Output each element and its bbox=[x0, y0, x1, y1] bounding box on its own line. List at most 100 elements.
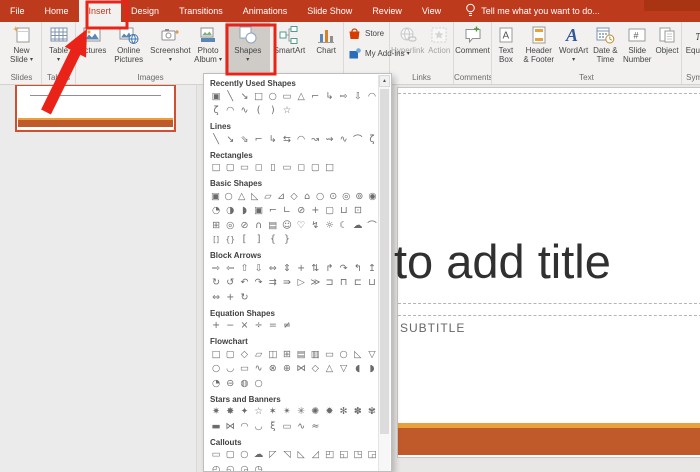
shape-item[interactable]: ◻ bbox=[294, 161, 308, 176]
shape-item[interactable]: [ bbox=[237, 233, 251, 248]
scroll-up-icon[interactable]: ▲ bbox=[379, 75, 390, 87]
title-placeholder-text[interactable]: to add title bbox=[394, 234, 611, 289]
shape-item[interactable]: ⇕ bbox=[280, 261, 294, 276]
shape-item[interactable]: ⋈ bbox=[223, 419, 237, 434]
shape-item[interactable]: ▥ bbox=[308, 347, 322, 362]
shape-item[interactable]: △ bbox=[294, 89, 308, 104]
shape-item[interactable]: ◇ bbox=[308, 362, 322, 377]
shape-item[interactable]: ✦ bbox=[237, 405, 251, 420]
shape-item[interactable]: ◇ bbox=[287, 189, 300, 204]
shape-item[interactable]: ] bbox=[252, 233, 266, 248]
shape-item[interactable]: ◿ bbox=[308, 448, 322, 463]
shape-item[interactable]: ◹ bbox=[280, 448, 294, 463]
shape-item[interactable]: ▽ bbox=[337, 362, 351, 377]
shape-item[interactable]: ⌐ bbox=[266, 204, 280, 219]
shape-item[interactable]: ▬ bbox=[209, 419, 223, 434]
tab-slide-show[interactable]: Slide Show bbox=[297, 0, 362, 22]
shape-item[interactable]: ≫ bbox=[308, 276, 322, 291]
shape-item[interactable]: ▣ bbox=[209, 89, 223, 104]
shape-item[interactable]: ⊗ bbox=[266, 362, 280, 377]
shape-item[interactable]: ⋈ bbox=[294, 362, 308, 377]
shape-item[interactable]: ⇆ bbox=[280, 132, 294, 147]
shape-item[interactable]: ◺ bbox=[248, 189, 261, 204]
shape-item[interactable]: ◷ bbox=[252, 462, 266, 471]
shape-item[interactable]: ○ bbox=[337, 347, 351, 362]
shape-item[interactable]: ◺ bbox=[351, 347, 365, 362]
shape-item[interactable]: ⊞ bbox=[280, 347, 294, 362]
shape-item[interactable]: ▤ bbox=[266, 218, 280, 233]
shape-item[interactable]: ⇩ bbox=[252, 261, 266, 276]
shape-item[interactable]: ↱ bbox=[322, 261, 336, 276]
shape-item[interactable]: ↻ bbox=[237, 290, 251, 305]
shape-item[interactable]: ▭ bbox=[280, 419, 294, 434]
shape-item[interactable]: ÷ bbox=[252, 319, 266, 334]
shape-item[interactable]: ◍ bbox=[237, 376, 251, 391]
shape-item[interactable]: ⇘ bbox=[237, 132, 251, 147]
shape-item[interactable]: ◖ bbox=[351, 362, 365, 377]
shape-item[interactable]: ▯ bbox=[266, 161, 280, 176]
shape-item[interactable]: × bbox=[237, 319, 251, 334]
shape-item[interactable]: ▷ bbox=[294, 276, 308, 291]
shape-item[interactable]: ✾ bbox=[365, 405, 379, 420]
shape-item[interactable]: ◗ bbox=[365, 362, 379, 377]
shape-item[interactable]: ↳ bbox=[322, 89, 336, 104]
shape-item[interactable]: ◇ bbox=[237, 347, 251, 362]
shape-item[interactable]: + bbox=[294, 261, 308, 276]
shape-item[interactable]: ⊕ bbox=[280, 362, 294, 377]
shape-item[interactable]: △ bbox=[235, 189, 248, 204]
shape-item[interactable]: + bbox=[209, 319, 223, 334]
shape-item[interactable]: ◠ bbox=[237, 419, 251, 434]
shape-item[interactable]: ✴ bbox=[280, 405, 294, 420]
shape-item[interactable]: ▭ bbox=[322, 347, 336, 362]
shape-item[interactable]: ▤ bbox=[294, 347, 308, 362]
shape-item[interactable]: ⇦ bbox=[223, 261, 237, 276]
wordart-button[interactable]: A WordArt ▾ bbox=[558, 22, 590, 72]
shapes-button[interactable]: Shapes ▾ bbox=[226, 22, 270, 72]
shape-item[interactable]: ⇉ bbox=[266, 276, 280, 291]
shape-item[interactable]: ∿ bbox=[294, 419, 308, 434]
shape-item[interactable]: ▢ bbox=[223, 161, 237, 176]
shape-item[interactable]: ⊔ bbox=[337, 204, 351, 219]
shape-item[interactable]: ▭ bbox=[237, 362, 251, 377]
shape-item[interactable]: ≠ bbox=[280, 319, 294, 334]
shape-item[interactable]: ◎ bbox=[223, 218, 237, 233]
shape-item[interactable]: ○ bbox=[252, 376, 266, 391]
shape-item[interactable]: ○ bbox=[237, 448, 251, 463]
shape-item[interactable]: ⇅ bbox=[308, 261, 322, 276]
shape-item[interactable]: ◶ bbox=[237, 462, 251, 471]
shape-item[interactable]: ○ bbox=[314, 189, 327, 204]
shape-item[interactable]: ↺ bbox=[223, 276, 237, 291]
shape-item[interactable]: ⊔ bbox=[365, 276, 379, 291]
my-add-ins-button[interactable]: My Add-ins ▾ bbox=[348, 47, 410, 60]
shape-item[interactable]: ↘ bbox=[223, 132, 237, 147]
shape-item[interactable]: ◠ bbox=[294, 132, 308, 147]
object-button[interactable]: Object bbox=[653, 22, 681, 72]
store-button[interactable]: Store bbox=[348, 27, 387, 40]
tab-animations[interactable]: Animations bbox=[233, 0, 298, 22]
shape-item[interactable]: ζ bbox=[209, 104, 223, 119]
smartart-button[interactable]: SmartArt bbox=[270, 22, 310, 72]
shape-item[interactable]: ▢ bbox=[223, 347, 237, 362]
shape-item[interactable]: ◵ bbox=[223, 462, 237, 471]
shape-item[interactable]: ☼ bbox=[322, 218, 336, 233]
shape-item[interactable]: ✽ bbox=[351, 405, 365, 420]
tab-insert[interactable]: Insert bbox=[78, 0, 122, 22]
shape-item[interactable]: ◗ bbox=[237, 204, 251, 219]
shape-item[interactable]: ⊙ bbox=[327, 189, 340, 204]
shape-item[interactable]: } bbox=[280, 233, 294, 248]
shape-item[interactable]: = bbox=[266, 319, 280, 334]
shape-item[interactable]: ⌂ bbox=[301, 189, 314, 204]
shape-item[interactable]: ∿ bbox=[252, 362, 266, 377]
header-footer-button[interactable]: Header & Footer bbox=[520, 22, 558, 72]
shape-item[interactable]: ∿ bbox=[337, 132, 351, 147]
shape-item[interactable]: ◻ bbox=[252, 161, 266, 176]
shape-item[interactable]: △ bbox=[322, 362, 336, 377]
shape-item[interactable]: ◔ bbox=[209, 204, 223, 219]
equation-button[interactable]: πEquation▾ bbox=[682, 22, 700, 72]
shape-item[interactable]: □ bbox=[209, 347, 223, 362]
shape-item[interactable]: ▱ bbox=[252, 347, 266, 362]
shape-item[interactable]: ⇝ bbox=[322, 132, 336, 147]
shape-item[interactable]: ▭ bbox=[237, 161, 251, 176]
shapes-menu-scrollbar[interactable]: ▲ bbox=[378, 75, 390, 471]
shape-item[interactable]: ◎ bbox=[340, 189, 353, 204]
